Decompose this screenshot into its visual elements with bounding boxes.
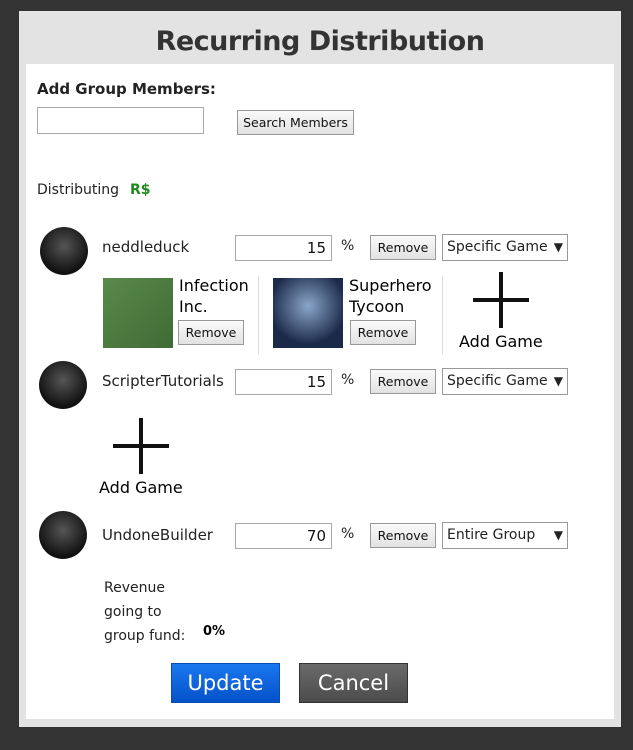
game-thumbnail: [273, 278, 343, 348]
selected-value: Specific Game: [447, 239, 548, 255]
member-name: ScripterTutorials: [102, 372, 224, 390]
divider: [442, 276, 443, 354]
game-name: Superhero Tycoon: [349, 276, 432, 316]
distribution-mode-select[interactable]: Entire Group ▼: [442, 522, 568, 549]
dialog: Recurring Distribution Add Group Members…: [19, 11, 621, 727]
group-fund-value: 0%: [203, 624, 226, 639]
plus-icon: [473, 272, 529, 328]
percent-input[interactable]: 70: [235, 523, 332, 549]
game-thumbnail: [103, 278, 173, 348]
percent-input[interactable]: 15: [235, 369, 332, 395]
update-button[interactable]: Update: [171, 663, 280, 703]
robux-icon: R$: [130, 182, 151, 198]
search-input[interactable]: [37, 107, 204, 134]
divider: [258, 276, 259, 354]
avatar: [39, 511, 87, 559]
percent-input[interactable]: 15: [235, 235, 332, 261]
group-fund-label: Revenue going to group fund:: [104, 580, 186, 644]
cancel-button[interactable]: Cancel: [299, 663, 408, 703]
remove-member-button[interactable]: Remove: [370, 369, 436, 394]
dialog-body: Add Group Members: Search Members Distri…: [26, 64, 614, 719]
add-game-label: Add Game: [99, 478, 183, 497]
dropdown-arrow-icon: ▼: [553, 374, 563, 388]
dropdown-arrow-icon: ▼: [553, 240, 563, 254]
add-members-label: Add Group Members:: [37, 80, 216, 98]
search-members-button[interactable]: Search Members: [237, 110, 354, 135]
distribution-mode-select[interactable]: Specific Game ▼: [442, 234, 568, 261]
member-name: UndoneBuilder: [102, 526, 213, 544]
distributing-label: Distributing: [37, 182, 119, 198]
percent-sign: %: [341, 238, 355, 254]
dialog-title: Recurring Distribution: [155, 26, 485, 57]
percent-sign: %: [341, 526, 355, 542]
dropdown-arrow-icon: ▼: [553, 528, 563, 542]
member-name: neddleduck: [102, 238, 190, 256]
plus-icon: [113, 418, 169, 474]
avatar: [39, 361, 87, 409]
remove-member-button[interactable]: Remove: [370, 235, 436, 260]
remove-member-button[interactable]: Remove: [370, 523, 436, 548]
remove-game-button[interactable]: Remove: [178, 320, 244, 345]
selected-value: Specific Game: [447, 373, 548, 389]
avatar: [40, 227, 88, 275]
selected-value: Entire Group: [447, 527, 536, 543]
game-name: Infection Inc.: [179, 276, 249, 316]
add-game-label: Add Game: [459, 332, 543, 351]
remove-game-button[interactable]: Remove: [350, 320, 416, 345]
distribution-mode-select[interactable]: Specific Game ▼: [442, 368, 568, 395]
percent-sign: %: [341, 372, 355, 388]
